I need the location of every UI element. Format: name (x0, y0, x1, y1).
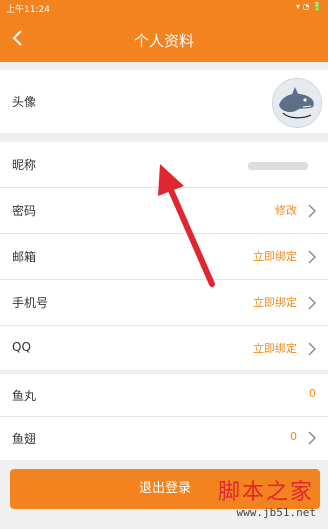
logout-button[interactable]: 退出登录 (10, 469, 320, 509)
fish-ball-label: 鱼丸 (12, 389, 37, 403)
dolphin-avatar-icon (273, 79, 321, 127)
password-label: 密码 (12, 204, 37, 218)
nickname-label: 昵称 (12, 158, 37, 172)
phone-row[interactable]: 手机号 立即绑定 (0, 280, 328, 326)
avatar-label: 头像 (12, 95, 37, 109)
status-icons: ▾ ◔ 🔋 (295, 2, 322, 11)
nickname-value-blurred (248, 162, 308, 170)
status-bar: 上午11:24 ▾ ◔ 🔋 (0, 0, 328, 16)
password-row[interactable]: 密码 修改 (0, 188, 328, 234)
phone-action: 立即绑定 (253, 296, 297, 309)
nickname-row[interactable]: 昵称 (0, 142, 328, 188)
fish-fin-label: 鱼翅 (12, 432, 37, 446)
email-row[interactable]: 邮箱 立即绑定 (0, 234, 328, 280)
email-label: 邮箱 (12, 250, 37, 264)
phone-label: 手机号 (12, 296, 49, 310)
avatar-row[interactable]: 头像 (0, 70, 328, 133)
title-bar: 个人资料 (0, 16, 328, 62)
password-action: 修改 (275, 204, 297, 217)
fish-fin-row[interactable]: 鱼翅 0 (0, 417, 328, 460)
qq-label: QQ (12, 340, 31, 354)
chevron-right-icon (308, 250, 316, 264)
fish-fin-value: 0 (290, 430, 297, 443)
page-title: 个人资料 (133, 32, 194, 50)
status-time: 上午11:24 (6, 5, 50, 15)
currency-section: 鱼丸 0 鱼翅 0 (0, 374, 328, 460)
email-action: 立即绑定 (253, 250, 297, 263)
avatar-section: 头像 (0, 70, 328, 133)
chevron-right-icon (308, 296, 316, 310)
avatar (272, 78, 322, 128)
qq-action: 立即绑定 (253, 342, 297, 355)
fish-ball-value: 0 (309, 387, 316, 400)
fish-ball-row: 鱼丸 0 (0, 374, 328, 417)
chevron-right-icon (308, 431, 316, 445)
account-section: 昵称 密码 修改 邮箱 立即绑定 手机号 立即绑定 QQ 立即绑定 (0, 142, 328, 370)
qq-row[interactable]: QQ 立即绑定 (0, 326, 328, 372)
chevron-right-icon (308, 342, 316, 356)
chevron-right-icon (308, 204, 316, 218)
